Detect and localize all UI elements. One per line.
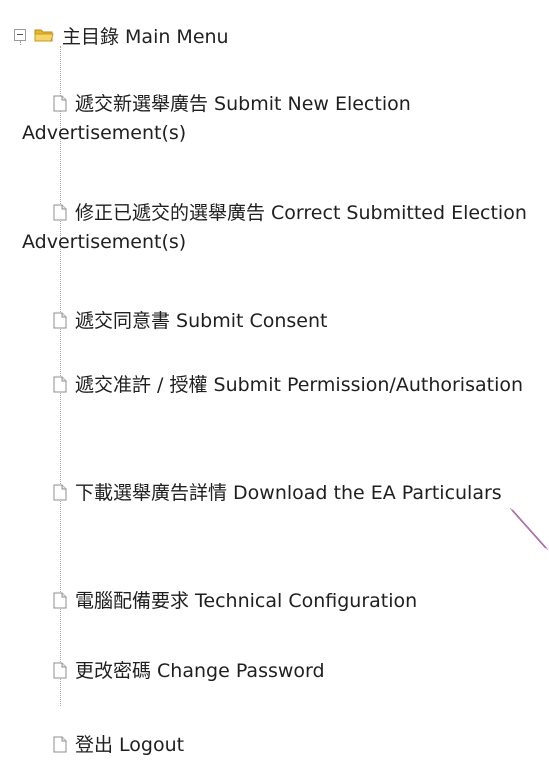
menu-item-label: 遞交准許 / 授權 Submit Permission/Authorisatio… (75, 374, 524, 396)
menu-item-change-password[interactable]: 更改密碼 Change Password (22, 657, 542, 686)
document-icon (53, 95, 67, 112)
document-icon (53, 376, 67, 393)
document-icon (53, 662, 67, 679)
menu-item-technical-configuration[interactable]: 電腦配備要求 Technical Configuration (22, 587, 542, 616)
menu-item-label: 遞交同意書 Submit Consent (75, 310, 328, 332)
menu-item-submit-consent[interactable]: 遞交同意書 Submit Consent (22, 307, 542, 336)
menu-item-label: 遞交新選舉廣告 Submit New Election Advertisemen… (22, 93, 411, 144)
document-icon (53, 204, 67, 221)
menu-item-download-ea-particulars[interactable]: 下載選舉廣告詳情 Download the EA Particulars (22, 479, 542, 508)
document-icon (53, 736, 67, 753)
main-menu-label: 主目錄 Main Menu (62, 25, 229, 48)
menu-item-label: 下載選舉廣告詳情 Download the EA Particulars (75, 482, 502, 504)
menu-item-logout[interactable]: 登出 Logout (22, 731, 542, 760)
menu-item-submit-permission[interactable]: 遞交准許 / 授權 Submit Permission/Authorisatio… (22, 371, 542, 400)
document-icon (53, 312, 67, 329)
collapse-toggle-icon[interactable] (14, 29, 26, 45)
menu-item-correct-submitted-ea[interactable]: 修正已遞交的選舉廣告 Correct Submitted Election Ad… (22, 199, 542, 257)
pointer-arrow-icon (510, 508, 549, 551)
folder-open-icon (34, 27, 54, 43)
menu-item-label: 修正已遞交的選舉廣告 Correct Submitted Election Ad… (22, 202, 527, 253)
menu-item-label: 更改密碼 Change Password (75, 660, 325, 682)
document-icon (53, 592, 67, 609)
main-menu-root[interactable]: 主目錄 Main Menu (14, 20, 229, 50)
menu-item-label: 登出 Logout (75, 734, 185, 756)
document-icon (53, 484, 67, 501)
menu-item-submit-new-ea[interactable]: 遞交新選舉廣告 Submit New Election Advertisemen… (22, 90, 542, 148)
menu-item-label: 電腦配備要求 Technical Configuration (75, 590, 418, 612)
